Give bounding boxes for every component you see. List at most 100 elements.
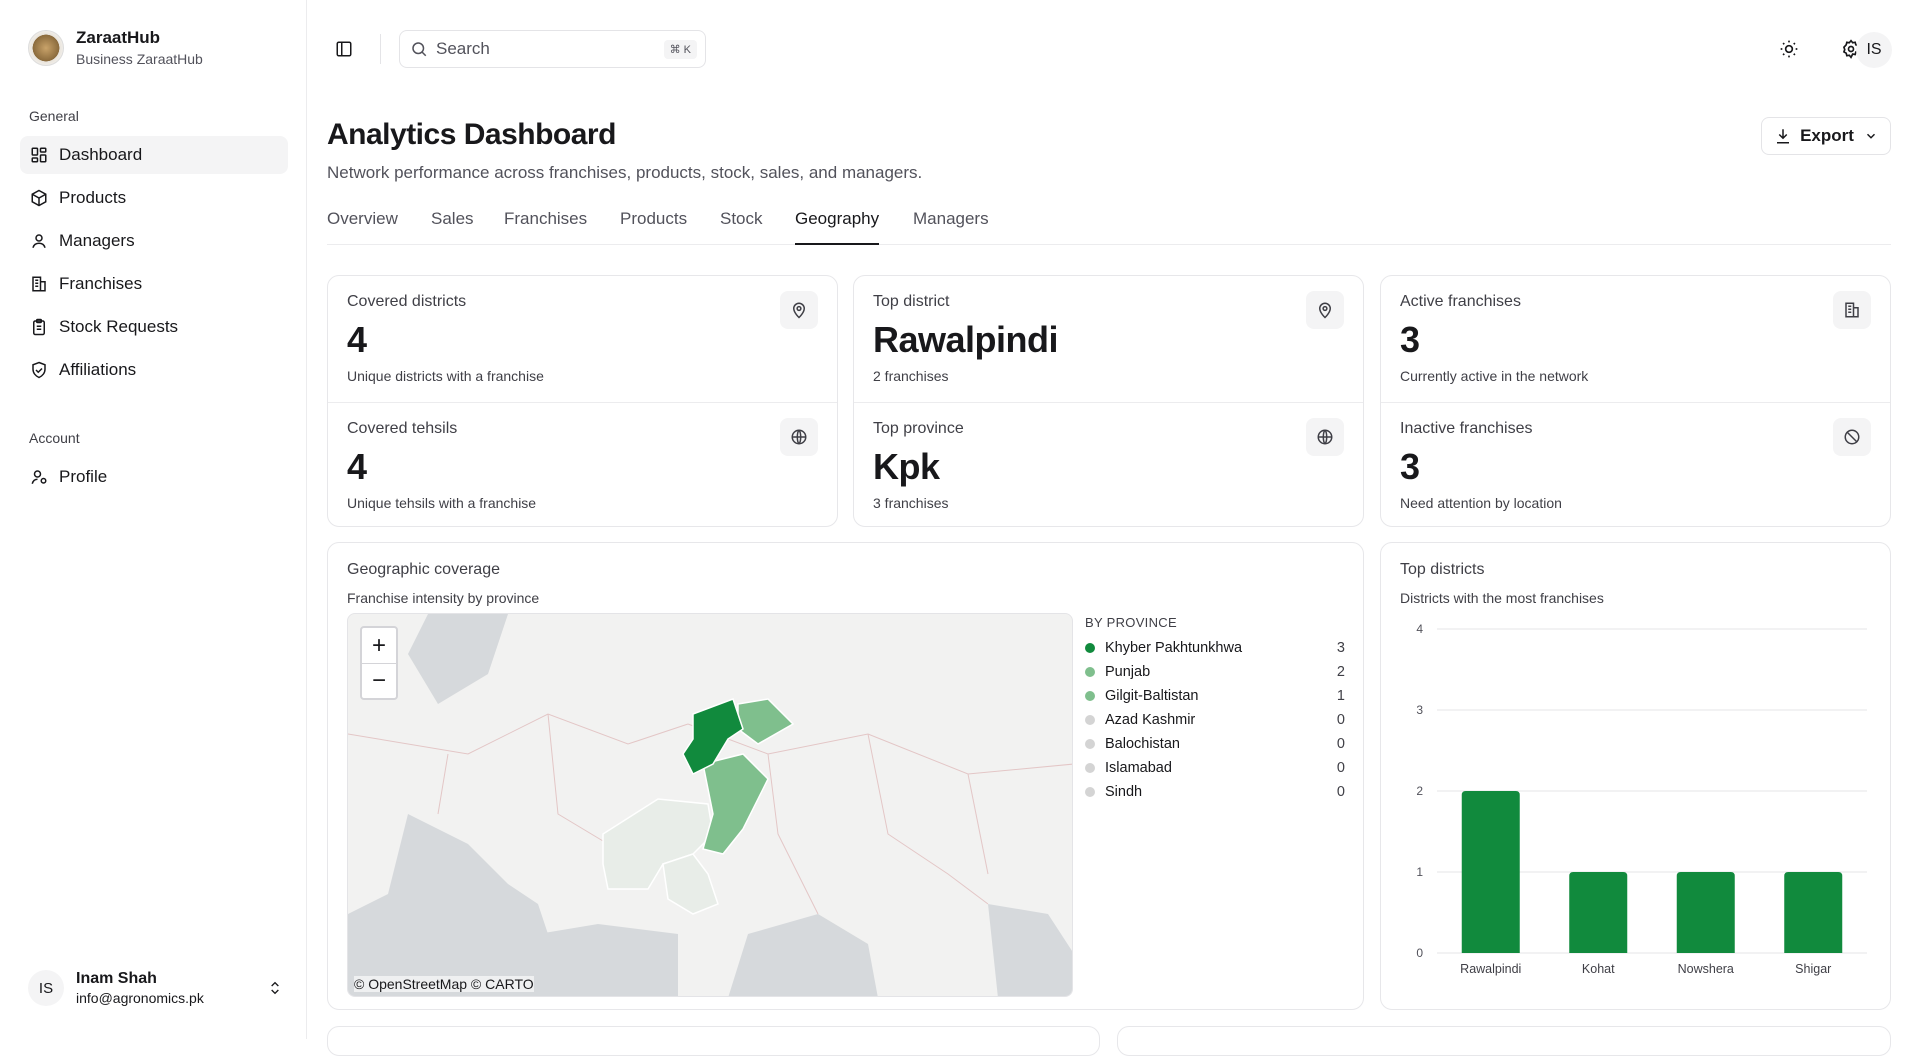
tab-franchises[interactable]: Franchises [504,209,587,245]
panel-title: Top districts [1400,561,1485,578]
stat-covered-tehsils: Covered tehsils 4 Unique tehsils with a … [328,402,837,528]
top-location-card: Top district Rawalpindi 2 franchises Top… [853,275,1364,527]
y-tick-label: 0 [1416,946,1423,960]
sidebar-toggle-button[interactable] [327,32,361,66]
tab-sales[interactable]: Sales [431,209,474,245]
water-gulf [348,814,548,996]
sidebar: ZaraatHub Business ZaraatHub General Das… [0,0,307,1039]
stat-title: Active franchises [1400,293,1521,310]
export-button[interactable]: Export [1761,117,1891,155]
stat-title: Covered tehsils [347,420,458,437]
tab-stock[interactable]: Stock [720,209,763,245]
sidebar-item-dashboard[interactable]: Dashboard [20,136,288,174]
sidebar-item-label: Stock Requests [59,317,179,336]
user-menu[interactable]: IS Inam Shah info@agronomics.pk [28,970,283,1006]
sidebar-item-profile[interactable]: Profile [20,458,288,496]
zoom-in-button[interactable]: + [362,628,396,663]
legend-count: 0 [1336,736,1345,752]
search-input[interactable]: Search ⌘ K [399,30,706,68]
tab-managers[interactable]: Managers [913,209,989,245]
legend-item: Azad Kashmir 0 [1085,708,1345,732]
province-map[interactable]: + − © OpenStreetMap © CARTO [347,613,1073,997]
legend-count: 1 [1336,688,1345,704]
region-gilgit-baltistan [737,698,795,745]
legend-label: Gilgit-Baltistan [1105,688,1199,704]
brand[interactable]: ZaraatHub Business ZaraatHub [28,28,203,67]
franchise-status-card: Active franchises 3 Currently active in … [1380,275,1891,527]
map-attribution: © OpenStreetMap © CARTO [354,976,534,992]
bar[interactable] [1569,872,1628,953]
legend-item: Punjab 2 [1085,660,1345,684]
stat-value: 4 [347,319,367,360]
bottom-card-right [1117,1026,1891,1056]
globe-icon [780,418,818,456]
tab-bar: Overview Sales Franchises Products Stock… [327,205,1891,245]
water-arabian-sea [518,924,678,996]
page-title: Analytics Dashboard [327,118,616,151]
legend-label: Azad Kashmir [1105,712,1196,728]
sidebar-item-affiliations[interactable]: Affiliations [20,351,288,389]
y-tick-label: 3 [1416,703,1423,717]
stat-inactive-franchises: Inactive franchises 3 Need attention by … [1381,402,1890,528]
stat-title: Top province [873,420,964,437]
shield-icon [32,361,46,379]
sidebar-item-label: Managers [59,231,135,250]
region-punjab [702,753,769,855]
theme-toggle-button[interactable] [1772,32,1806,66]
sidebar-item-franchises[interactable]: Franchises [20,265,288,303]
top-districts-chart: 0 1 2 3 4 Rawalpindi Kohat Nowshera Shigar [1416,622,1867,976]
bar[interactable] [1676,872,1735,953]
stat-title: Top district [873,293,950,310]
x-tick-label: Kohat [1582,962,1615,976]
stat-value: Kpk [873,446,940,487]
bar[interactable] [1784,872,1843,953]
building-icon [32,276,46,292]
app-subtitle: Business ZaraatHub [76,51,203,67]
stat-value: Rawalpindi [873,319,1059,360]
divider [380,34,381,64]
tab-geography[interactable]: Geography [795,209,880,245]
user-cog-icon [31,470,47,484]
stat-description: Currently active in the network [1400,368,1589,384]
sidebar-item-managers[interactable]: Managers [20,222,288,260]
stat-active-franchises: Active franchises 3 Currently active in … [1381,276,1890,402]
stat-description: Unique districts with a franchise [347,368,544,384]
sidebar-item-label: Franchises [59,274,143,293]
bottom-card-left [327,1026,1100,1056]
user-email: info@agronomics.pk [76,990,204,1006]
panel-subtitle: Districts with the most franchises [1400,590,1604,606]
legend-title: BY PROVINCE [1085,615,1177,630]
legend-item: Khyber Pakhtunkhwa 3 [1085,636,1345,660]
tab-overview[interactable]: Overview [327,209,398,245]
legend-label: Punjab [1105,664,1151,680]
sidebar-item-stock-requests[interactable]: Stock Requests [20,308,288,346]
coverage-card: Covered districts 4 Unique districts wit… [327,275,838,527]
map-canvas [348,614,1072,996]
clipboard-icon [33,318,45,336]
sidebar-item-label: Profile [59,467,108,486]
stat-value: 4 [347,446,367,487]
bar[interactable] [1461,791,1520,953]
map-pin-icon [1306,291,1344,329]
dashboard-icon [31,147,47,163]
region-sindh [662,853,719,915]
chevrons-up-down-icon [271,981,279,995]
panel-left-icon [336,41,352,57]
tab-products[interactable]: Products [620,209,687,245]
legend-count: 3 [1336,640,1345,656]
legend-label: Islamabad [1105,760,1172,776]
search-placeholder: Search [436,39,490,58]
avatar[interactable]: IS [1856,32,1892,68]
stat-description: 3 franchises [873,495,949,511]
legend-item: Balochistan 0 [1085,732,1345,756]
water-east [988,904,1072,996]
zoom-out-button[interactable]: − [362,663,396,698]
y-tick-label: 4 [1416,622,1423,636]
legend-label: Balochistan [1105,736,1180,752]
user-icon [32,234,46,248]
stat-covered-districts: Covered districts 4 Unique districts wit… [328,276,837,402]
legend-dot [1085,667,1095,677]
stat-title: Covered districts [347,293,467,310]
stat-description: Unique tehsils with a franchise [347,495,537,511]
sidebar-item-products[interactable]: Products [20,179,288,217]
